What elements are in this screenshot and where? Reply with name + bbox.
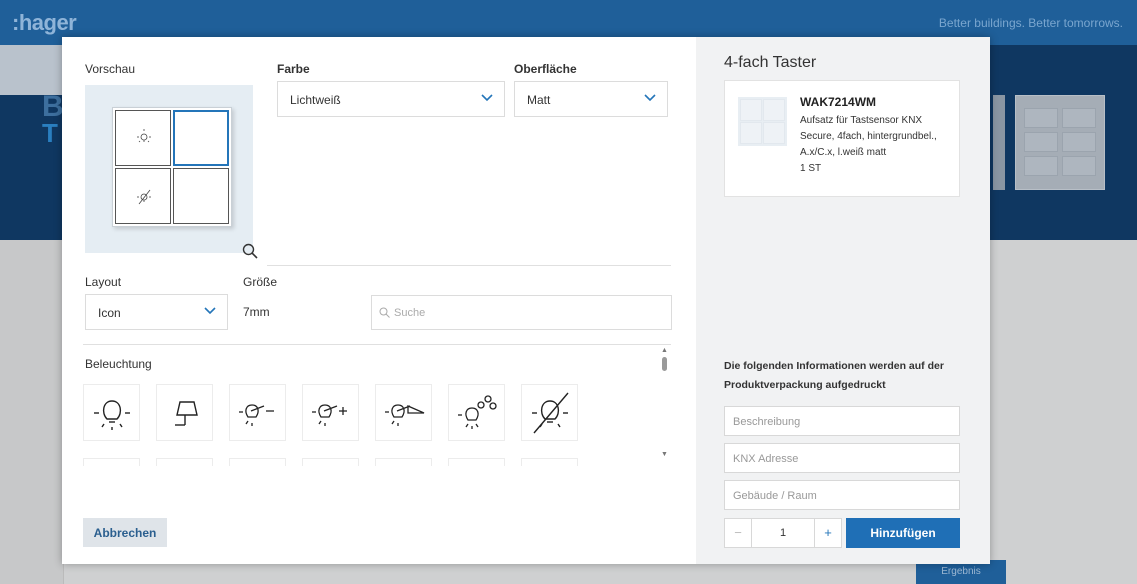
add-to-cart-button[interactable]: Hinzufügen xyxy=(846,518,960,548)
size-value: 7mm xyxy=(243,305,270,319)
surface-value: Matt xyxy=(527,93,551,107)
description-field[interactable]: Beschreibung xyxy=(724,406,960,436)
knx-address-field[interactable]: KNX Adresse xyxy=(724,443,960,473)
hero-subtitle: T xyxy=(42,118,58,148)
building-room-field[interactable]: Gebäude / Raum xyxy=(724,480,960,510)
chevron-down-icon xyxy=(204,307,216,315)
hero-side-block xyxy=(0,45,62,95)
surface-select[interactable]: Matt xyxy=(514,81,668,117)
icon-option-dimmer-minus[interactable] xyxy=(229,384,286,441)
product-description-line: Secure, 4fach, hintergrundbel., xyxy=(800,131,937,142)
configurator-modal: Vorschau Farbe Lichtweiß Oberfläche Matt… xyxy=(62,37,990,564)
product-quantity-unit: 1 ST xyxy=(800,163,822,174)
icon-option-partial[interactable] xyxy=(521,458,578,466)
lamp-off-icon xyxy=(532,392,569,434)
knx-address-placeholder: KNX Adresse xyxy=(733,453,799,465)
quantity-input[interactable]: 1 xyxy=(752,518,814,548)
packaging-info-text: Die folgenden Informationen werden auf d… xyxy=(724,360,944,391)
divider xyxy=(83,344,671,345)
quantity-increment-button[interactable]: + xyxy=(814,518,842,548)
icon-option-partial[interactable] xyxy=(83,458,140,466)
icon-option-partial[interactable] xyxy=(156,458,213,466)
quantity-decrement-button[interactable]: − xyxy=(724,518,752,548)
chevron-down-icon xyxy=(481,94,493,102)
icon-option-partial[interactable] xyxy=(448,458,505,466)
key-bottom-right[interactable] xyxy=(173,168,229,224)
color-label: Farbe xyxy=(277,62,310,76)
background-content xyxy=(0,240,64,584)
category-label: Beleuchtung xyxy=(85,357,152,371)
product-description: Aufsatz für Tastsensor KNX Secure, 4fach… xyxy=(800,113,955,177)
key-bottom-left[interactable] xyxy=(115,168,171,224)
scroll-thumb[interactable] xyxy=(662,357,667,371)
icon-option-dimmer-ramp[interactable] xyxy=(375,384,432,441)
divider xyxy=(267,265,671,266)
color-select[interactable]: Lichtweiß xyxy=(277,81,505,117)
lamp-on-icon xyxy=(137,129,151,143)
summary-panel: 4-fach Taster WAK7214WM Aufsatz für Tast… xyxy=(696,37,990,564)
switch-panel xyxy=(112,107,232,227)
search-input[interactable]: Suche xyxy=(371,295,672,330)
surface-label: Oberfläche xyxy=(514,62,577,76)
scroll-down-icon[interactable]: ▼ xyxy=(661,451,668,458)
switch-preview xyxy=(85,85,253,253)
icon-option-lamp-off[interactable] xyxy=(521,384,578,441)
lamp-off-icon xyxy=(137,189,151,205)
icon-option-partial[interactable] xyxy=(375,458,432,466)
icon-option-floor-lamp[interactable] xyxy=(156,384,213,441)
product-thumbnail-partial xyxy=(993,95,1005,190)
scene-lamp-icon xyxy=(458,395,497,429)
product-code: WAK7214WM xyxy=(800,95,877,109)
product-thumbnail xyxy=(1015,95,1105,190)
site-tagline: Better buildings. Better tomorrows. xyxy=(938,16,1123,30)
color-value: Lichtweiß xyxy=(290,93,341,107)
size-label: Größe xyxy=(243,275,278,289)
lamp-on-icon xyxy=(94,400,130,430)
key-top-left[interactable] xyxy=(115,110,171,166)
hager-logo: :hager xyxy=(12,10,77,35)
product-thumbnail xyxy=(738,97,787,146)
cancel-button[interactable]: Abbrechen xyxy=(83,518,167,547)
icon-list-scrollbar[interactable]: ▲ ▼ xyxy=(660,347,670,461)
icon-option-partial[interactable] xyxy=(229,458,286,466)
search-placeholder: Suche xyxy=(394,307,426,319)
dimmer-minus-icon xyxy=(239,404,274,426)
icon-option-scene-lamp[interactable] xyxy=(448,384,505,441)
magnifier-icon[interactable] xyxy=(242,243,258,259)
product-card: WAK7214WM Aufsatz für Tastsensor KNX Sec… xyxy=(724,80,960,197)
icon-option-partial[interactable] xyxy=(302,458,359,466)
preview-label: Vorschau xyxy=(85,62,136,76)
icon-option-dimmer-plus[interactable] xyxy=(302,384,359,441)
product-description-line: A.x/C.x, l.weiß matt xyxy=(800,147,887,158)
icon-option-lamp-on[interactable] xyxy=(83,384,140,441)
description-placeholder: Beschreibung xyxy=(733,416,801,428)
chevron-down-icon xyxy=(644,94,656,102)
floor-lamp-icon xyxy=(175,401,198,426)
layout-label: Layout xyxy=(85,275,122,289)
layout-value: Icon xyxy=(98,306,121,320)
layout-select[interactable]: Icon xyxy=(85,294,228,330)
search-icon xyxy=(379,307,390,318)
scroll-up-icon[interactable]: ▲ xyxy=(661,347,668,354)
key-top-right-selected[interactable] xyxy=(173,110,229,166)
dimmer-ramp-icon xyxy=(385,404,425,426)
product-title: 4-fach Taster xyxy=(724,54,817,71)
building-room-placeholder: Gebäude / Raum xyxy=(733,490,817,502)
dimmer-plus-icon xyxy=(312,404,347,426)
product-description-line: Aufsatz für Tastsensor KNX xyxy=(800,115,923,126)
